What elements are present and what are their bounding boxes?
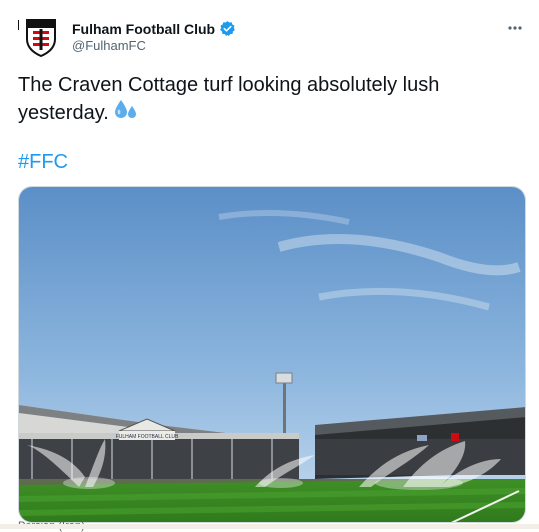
tweet-text: The Craven Cottage turf looking absolute… [18, 73, 488, 129]
tweet-media-photo[interactable]: FULHAM FOOTBALL CLUB [18, 186, 526, 523]
hashtag-link[interactable]: #FFC [18, 151, 68, 174]
edge-line [18, 20, 19, 30]
display-name[interactable]: Fulham Football Club [72, 21, 215, 37]
verified-badge-icon [220, 21, 235, 36]
more-options-icon [508, 26, 522, 30]
avatar[interactable] [20, 16, 62, 58]
fulham-crest-icon [26, 19, 56, 57]
sweat-droplets-icon [113, 98, 139, 129]
tweet-text-body: The Craven Cottage turf looking absolute… [18, 74, 440, 124]
stadium-photo: FULHAM FOOTBALL CLUB [19, 187, 525, 522]
more-options-button[interactable] [503, 16, 527, 40]
bottom-strip [0, 524, 539, 529]
author-name-row: Fulham Football Club [72, 20, 236, 37]
stand-sign-text: FULHAM FOOTBALL CLUB [116, 434, 179, 440]
handle[interactable]: @FulhamFC [72, 38, 146, 53]
